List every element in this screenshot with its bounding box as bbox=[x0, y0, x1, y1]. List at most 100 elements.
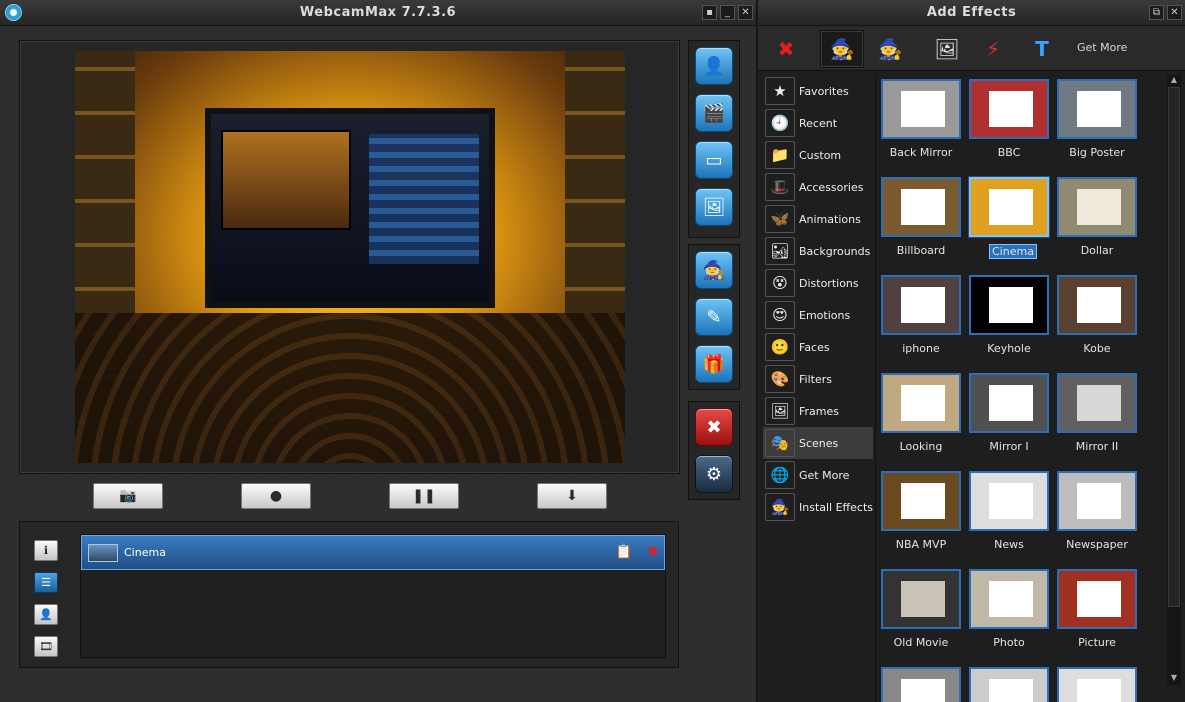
remove-effect-icon[interactable]: ✖ bbox=[764, 30, 808, 68]
category-label: Emotions bbox=[799, 308, 851, 322]
effects-close-button[interactable]: ✕ bbox=[1167, 5, 1182, 20]
list-item[interactable]: Cinema 📋 ✖ bbox=[81, 535, 665, 570]
category-label: Animations bbox=[799, 212, 861, 226]
category-label: Frames bbox=[799, 404, 840, 418]
effects-scrollbar[interactable]: ▲ ▼ bbox=[1167, 75, 1181, 685]
gift-icon[interactable]: 🎁 bbox=[695, 345, 733, 383]
category-icon: 🖼 bbox=[765, 397, 795, 425]
main-titlebar[interactable]: WebcamMax 7.7.3.6 ▪ _ ✕ bbox=[0, 0, 756, 26]
effects-window-title: Add Effects bbox=[926, 5, 1017, 20]
effect-thumbnail-item[interactable]: Looking bbox=[881, 373, 961, 453]
effect-thumbnail-item[interactable]: Kobe bbox=[1057, 275, 1137, 355]
restore-button[interactable]: ⧉ bbox=[1149, 5, 1164, 20]
thumbnail-image bbox=[969, 667, 1049, 702]
category-item[interactable]: 😍 Emotions bbox=[763, 299, 873, 331]
category-item[interactable]: 📁 Custom bbox=[763, 139, 873, 171]
wizard-alt-icon[interactable]: 🧙 bbox=[868, 30, 912, 68]
user-icon[interactable]: 👤 bbox=[695, 47, 733, 85]
thumbnail-label: Newspaper bbox=[1066, 538, 1128, 551]
list-icon[interactable]: ☰ bbox=[34, 572, 58, 593]
exit-icon[interactable]: ✖ bbox=[695, 408, 733, 446]
category-item[interactable]: 🌐 Get More bbox=[763, 459, 873, 491]
thumbnail-image bbox=[881, 471, 961, 531]
thumbnail-placeholder bbox=[901, 581, 945, 617]
pin-button[interactable]: ▪ bbox=[702, 5, 717, 20]
minimize-button[interactable]: _ bbox=[720, 5, 735, 20]
get-more-link[interactable]: Get More bbox=[1077, 41, 1127, 54]
add-image-icon[interactable]: 🖼 bbox=[925, 30, 969, 68]
effect-thumbnail-item[interactable]: Mirror II bbox=[1057, 373, 1137, 453]
effect-thumbnail-item[interactable]: NBA MVP bbox=[881, 471, 961, 551]
thumbnail-label: Old Movie bbox=[893, 636, 949, 649]
effect-thumbnail-item[interactable]: Mirror I bbox=[969, 373, 1049, 453]
download-button[interactable]: ⬇ bbox=[537, 483, 607, 509]
thumbnail-placeholder bbox=[989, 679, 1033, 702]
wizard-icon[interactable]: 🧙 bbox=[820, 30, 864, 68]
effect-thumbnail-item[interactable]: News bbox=[969, 471, 1049, 551]
clipboard-icon[interactable]: 📋 bbox=[615, 544, 632, 560]
scroll-thumb[interactable] bbox=[1168, 87, 1180, 607]
category-item[interactable]: 🕘 Recent bbox=[763, 107, 873, 139]
category-item[interactable]: 🎭 Scenes bbox=[763, 427, 873, 459]
thumbnail-placeholder bbox=[901, 91, 945, 127]
thumbnail-placeholder bbox=[1077, 385, 1121, 421]
clapperboard-icon[interactable]: 🎬 bbox=[695, 94, 733, 132]
settings-gear-icon[interactable]: ⚙ bbox=[695, 455, 733, 493]
thumbnail-placeholder bbox=[1077, 91, 1121, 127]
effect-thumbnail-item[interactable] bbox=[881, 667, 961, 702]
pause-button[interactable]: ❚❚ bbox=[389, 483, 459, 509]
scroll-up-icon[interactable]: ▲ bbox=[1167, 75, 1181, 87]
category-item[interactable]: 🎩 Accessories bbox=[763, 171, 873, 203]
effect-thumbnail-item[interactable]: Picture bbox=[1057, 569, 1137, 649]
picture-icon[interactable]: 🖼 bbox=[695, 188, 733, 226]
thumbnail-image bbox=[881, 667, 961, 702]
category-item[interactable]: 🎨 Filters bbox=[763, 363, 873, 395]
record-button[interactable]: ● bbox=[241, 483, 311, 509]
preview-panel bbox=[19, 40, 680, 474]
effect-thumbnail-item[interactable]: Keyhole bbox=[969, 275, 1049, 355]
category-item[interactable]: ★ Favorites bbox=[763, 75, 873, 107]
category-item[interactable]: 🙂 Faces bbox=[763, 331, 873, 363]
wizard-icon[interactable]: 🧙 bbox=[695, 251, 733, 289]
info-icon[interactable]: ℹ bbox=[34, 540, 58, 561]
thumbnail-placeholder bbox=[989, 581, 1033, 617]
category-item[interactable]: 🦋 Animations bbox=[763, 203, 873, 235]
scroll-down-icon[interactable]: ▼ bbox=[1167, 673, 1181, 685]
category-icon: 🦋 bbox=[765, 205, 795, 233]
effect-thumbnail-item[interactable]: Old Movie bbox=[881, 569, 961, 649]
effects-titlebar[interactable]: Add Effects ⧉ ✕ bbox=[758, 0, 1185, 26]
effect-thumbnail-item[interactable]: Big Poster bbox=[1057, 79, 1137, 159]
snapshot-button[interactable]: 📷 bbox=[93, 483, 163, 509]
effect-thumbnail-item[interactable] bbox=[969, 667, 1049, 702]
effect-thumbnail-item[interactable]: Newspaper bbox=[1057, 471, 1137, 551]
add-flash-icon[interactable]: ⚡ bbox=[971, 30, 1015, 68]
film-icon[interactable]: 🎞 bbox=[34, 636, 58, 657]
thumbnail-label: Keyhole bbox=[987, 342, 1031, 355]
thumbnail-image bbox=[969, 275, 1049, 335]
effect-thumbnail-item[interactable]: Back Mirror bbox=[881, 79, 961, 159]
effect-thumbnail-item[interactable]: Billboard bbox=[881, 177, 961, 257]
effect-thumbnail-item[interactable]: iphone bbox=[881, 275, 961, 355]
webcam-preview bbox=[75, 51, 625, 463]
close-button[interactable]: ✕ bbox=[738, 5, 753, 20]
delete-icon[interactable]: ✖ bbox=[647, 544, 659, 560]
effect-thumbnail-item[interactable]: BBC bbox=[969, 79, 1049, 159]
category-icon: 🎭 bbox=[765, 429, 795, 457]
effects-toolbar: 🧙 ✎ 🎁 bbox=[688, 244, 740, 390]
category-item[interactable]: 😵 Distortions bbox=[763, 267, 873, 299]
window-icon[interactable]: ▭ bbox=[695, 141, 733, 179]
draw-icon[interactable]: ✎ bbox=[695, 298, 733, 336]
add-text-icon[interactable]: T bbox=[1020, 30, 1064, 68]
category-label: Install Effects bbox=[799, 500, 873, 514]
thumbnail-label: Kobe bbox=[1083, 342, 1111, 355]
effect-thumbnail-item[interactable] bbox=[1057, 667, 1137, 702]
system-toolbar: ✖ ⚙ bbox=[688, 401, 740, 500]
category-item[interactable]: 🖼 Frames bbox=[763, 395, 873, 427]
effect-thumbnail-item[interactable]: Cinema bbox=[969, 177, 1049, 259]
effect-thumbnail-item[interactable]: Photo bbox=[969, 569, 1049, 649]
category-item[interactable]: 🧙 Install Effects bbox=[763, 491, 873, 523]
category-item[interactable]: 🏜 Backgrounds bbox=[763, 235, 873, 267]
thumbnail-label: Picture bbox=[1078, 636, 1116, 649]
effect-thumbnail-item[interactable]: Dollar bbox=[1057, 177, 1137, 257]
portrait-icon[interactable]: 👤 bbox=[34, 604, 58, 625]
